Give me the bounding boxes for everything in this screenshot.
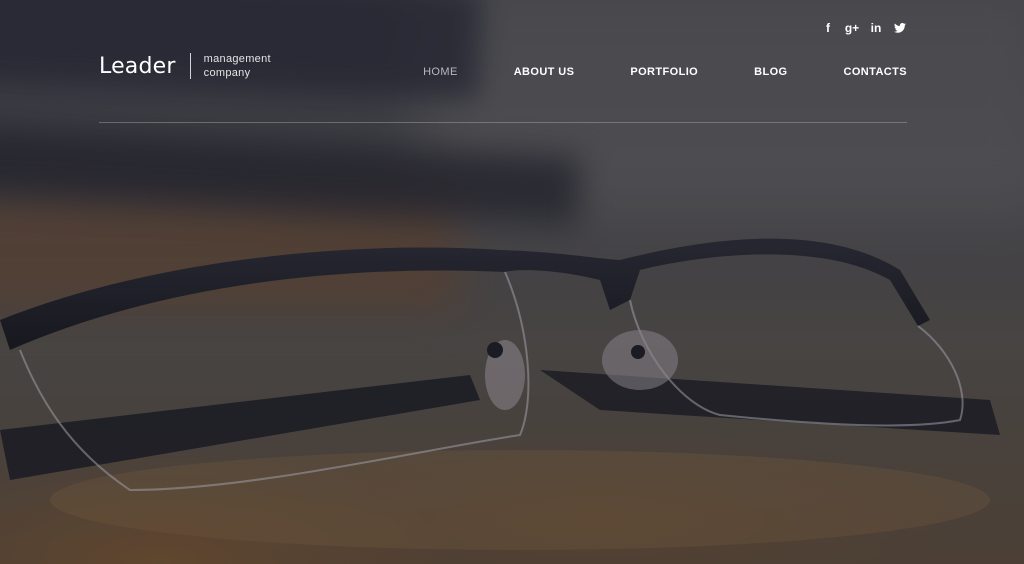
logo-tagline: management company	[204, 52, 271, 80]
header-divider-line	[99, 122, 907, 123]
social-links: f g+ in	[821, 20, 907, 36]
site-header: Leader management company f g+ in HOME A…	[99, 0, 907, 124]
nav-item-home[interactable]: HOME	[423, 66, 458, 78]
hero-section: Leader management company f g+ in HOME A…	[0, 0, 1024, 564]
site-logo[interactable]: Leader management company	[99, 52, 271, 80]
main-nav: HOME ABOUT US PORTFOLIO BLOG CONTACTS	[367, 66, 907, 78]
facebook-icon[interactable]: f	[821, 20, 835, 36]
nav-item-portfolio[interactable]: PORTFOLIO	[630, 66, 698, 78]
logo-divider	[189, 53, 191, 79]
twitter-icon[interactable]	[893, 20, 907, 36]
nav-item-contacts[interactable]: CONTACTS	[844, 66, 908, 78]
logo-name: Leader	[99, 53, 176, 79]
nav-item-blog[interactable]: BLOG	[754, 66, 787, 78]
nav-item-about-us[interactable]: ABOUT US	[514, 66, 575, 78]
linkedin-icon[interactable]: in	[869, 20, 883, 36]
logo-tagline-line2: company	[203, 67, 251, 79]
logo-tagline-line1: management	[203, 53, 271, 65]
twitter-bird-shape	[894, 23, 906, 33]
google-plus-icon[interactable]: g+	[845, 20, 859, 36]
